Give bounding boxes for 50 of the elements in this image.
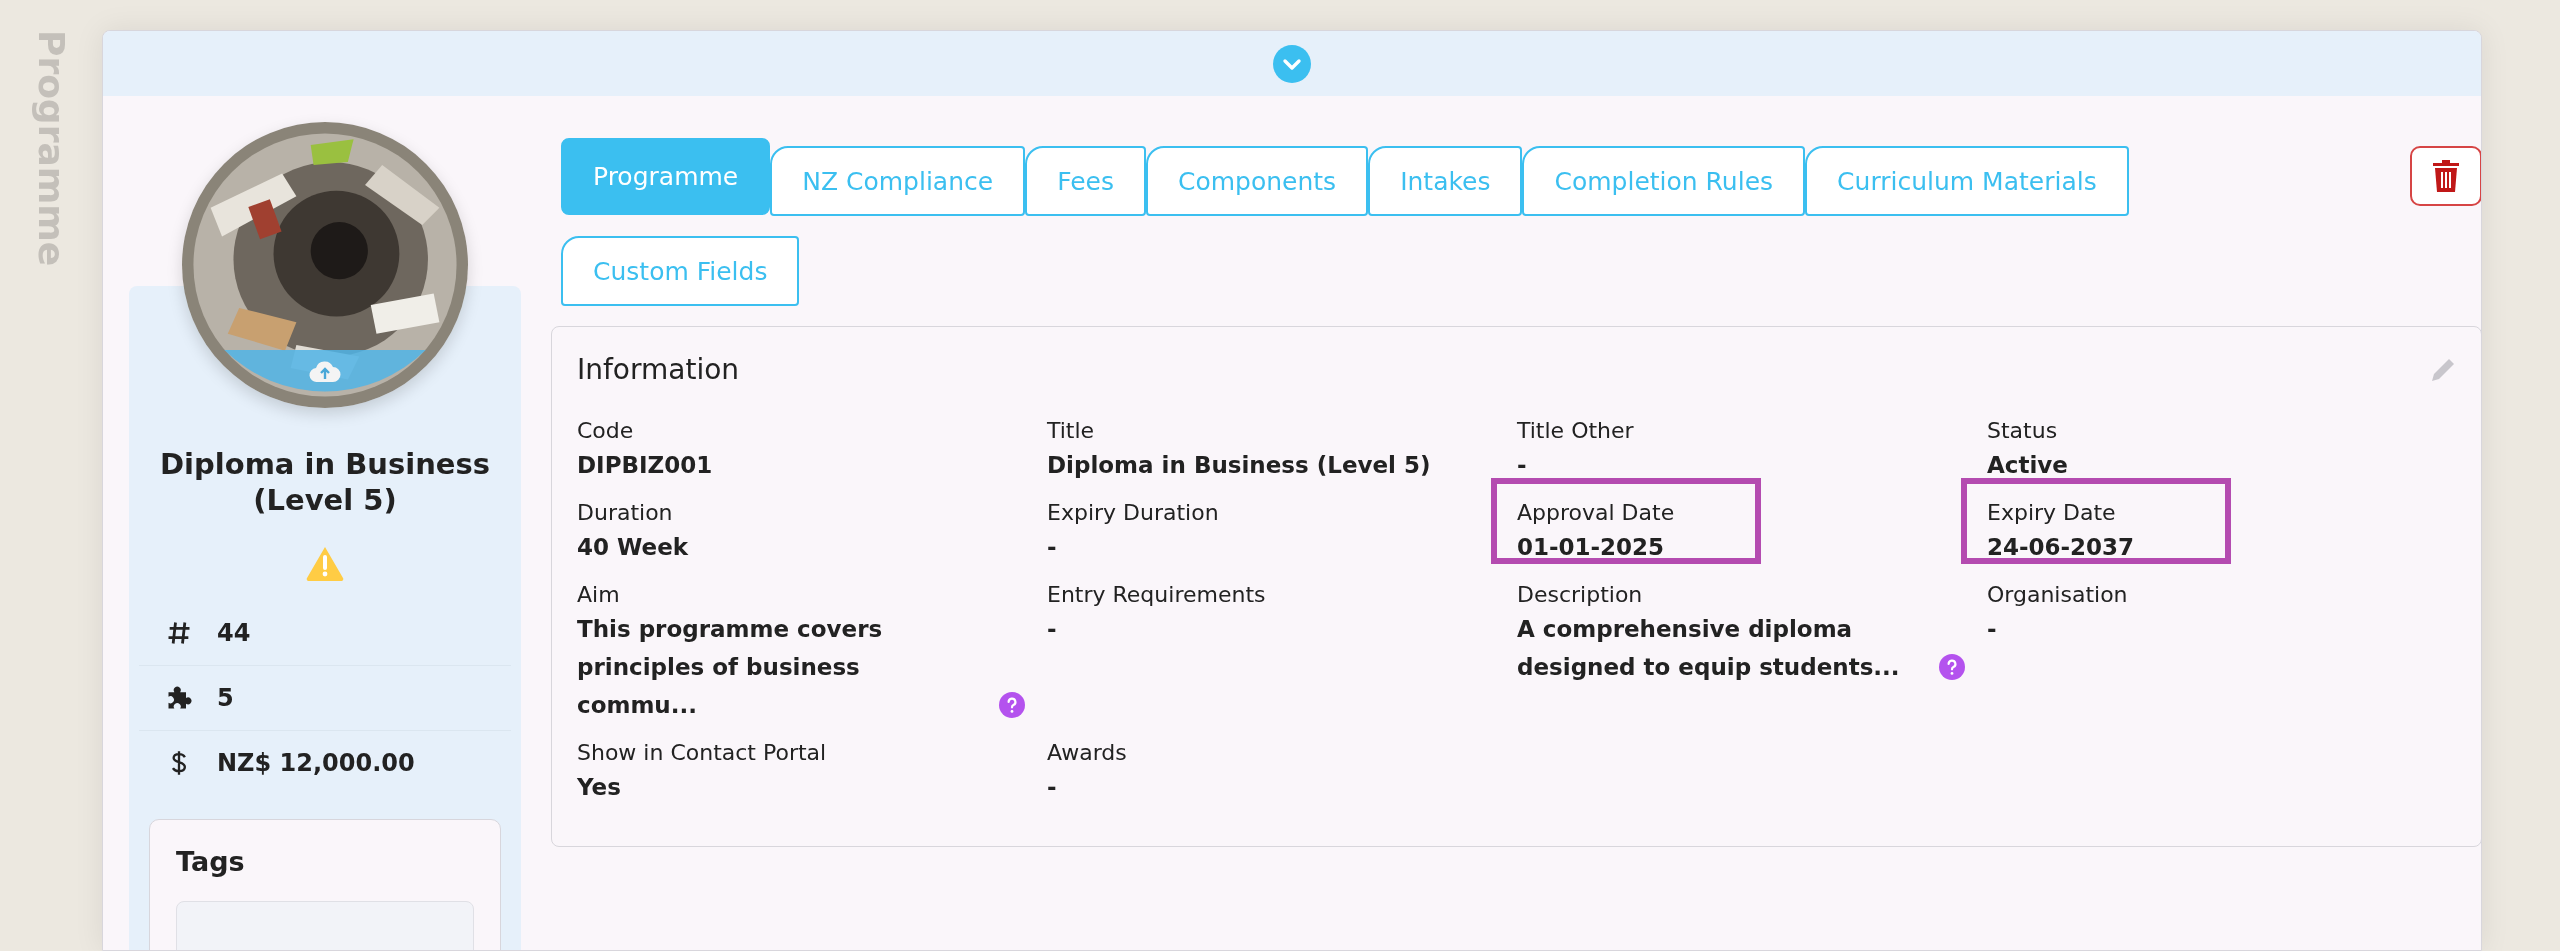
help-icon[interactable] xyxy=(1939,654,1965,680)
field-label: Organisation xyxy=(1987,581,2129,609)
trash-icon xyxy=(2431,158,2461,194)
tab[interactable]: Curriculum Materials xyxy=(1805,146,2129,216)
field-label: Awards xyxy=(1047,739,1128,767)
field-value: - xyxy=(1047,773,1057,802)
section-title: Information xyxy=(577,353,740,386)
field-label: Expiry Duration xyxy=(1047,499,1220,527)
field-label: Title xyxy=(1047,417,1096,445)
field-value: - xyxy=(1047,615,1057,644)
field-value: - xyxy=(1047,533,1057,562)
tags-field[interactable] xyxy=(176,900,474,950)
tags-title: Tags xyxy=(176,845,246,877)
field-value: 24-06-2037 xyxy=(1987,533,2135,562)
stat-value: 44 xyxy=(217,618,251,647)
tab[interactable]: Fees xyxy=(1025,146,1146,216)
field-label: Duration xyxy=(577,499,674,527)
field-value: Diploma in Business (Level 5) xyxy=(1047,451,1431,480)
stat-value: NZ$ 12,000.00 xyxy=(217,748,415,777)
field-label: Entry Requirements xyxy=(1047,581,1267,609)
help-icon[interactable] xyxy=(999,692,1025,718)
field-value: Yes xyxy=(577,773,621,802)
tab[interactable]: Completion Rules xyxy=(1522,146,1806,216)
field-label: Code xyxy=(577,417,635,445)
field-label: Status xyxy=(1987,417,2059,445)
tab[interactable]: NZ Compliance xyxy=(770,146,1026,216)
programme-title: Diploma in Business (Level 5) xyxy=(159,446,491,519)
tab[interactable]: Custom Fields xyxy=(561,236,800,306)
field-value: - xyxy=(1517,451,1527,480)
chevron-down-icon[interactable] xyxy=(1272,43,1312,84)
field-label: Title Other xyxy=(1517,417,1635,445)
field-label: Expiry Date xyxy=(1987,499,2117,527)
field-value: 01-01-2025 xyxy=(1517,533,1665,562)
tab[interactable]: Components xyxy=(1145,146,1369,216)
field-value: 40 Week xyxy=(577,533,689,562)
cloud-upload-icon xyxy=(309,361,341,382)
field-value: This programme covers principles of business commu... xyxy=(577,615,884,720)
field-value: DIPBIZ001 xyxy=(577,451,713,480)
tab[interactable]: Intakes xyxy=(1368,146,1523,216)
field-label: Aim xyxy=(577,581,621,609)
field-value: A comprehensive diploma designed to equip students... xyxy=(1517,615,1901,682)
stat-value: 5 xyxy=(217,683,234,712)
field-value: Active xyxy=(1987,451,2068,480)
field-value: - xyxy=(1987,615,1997,644)
upload-bar[interactable] xyxy=(224,350,426,392)
tab[interactable]: Programme xyxy=(561,138,771,215)
field-label: Approval Date xyxy=(1517,499,1676,527)
field-label: Description xyxy=(1517,581,1644,609)
field-label: Show in Contact Portal xyxy=(577,739,828,767)
delete-button[interactable] xyxy=(2410,146,2481,206)
